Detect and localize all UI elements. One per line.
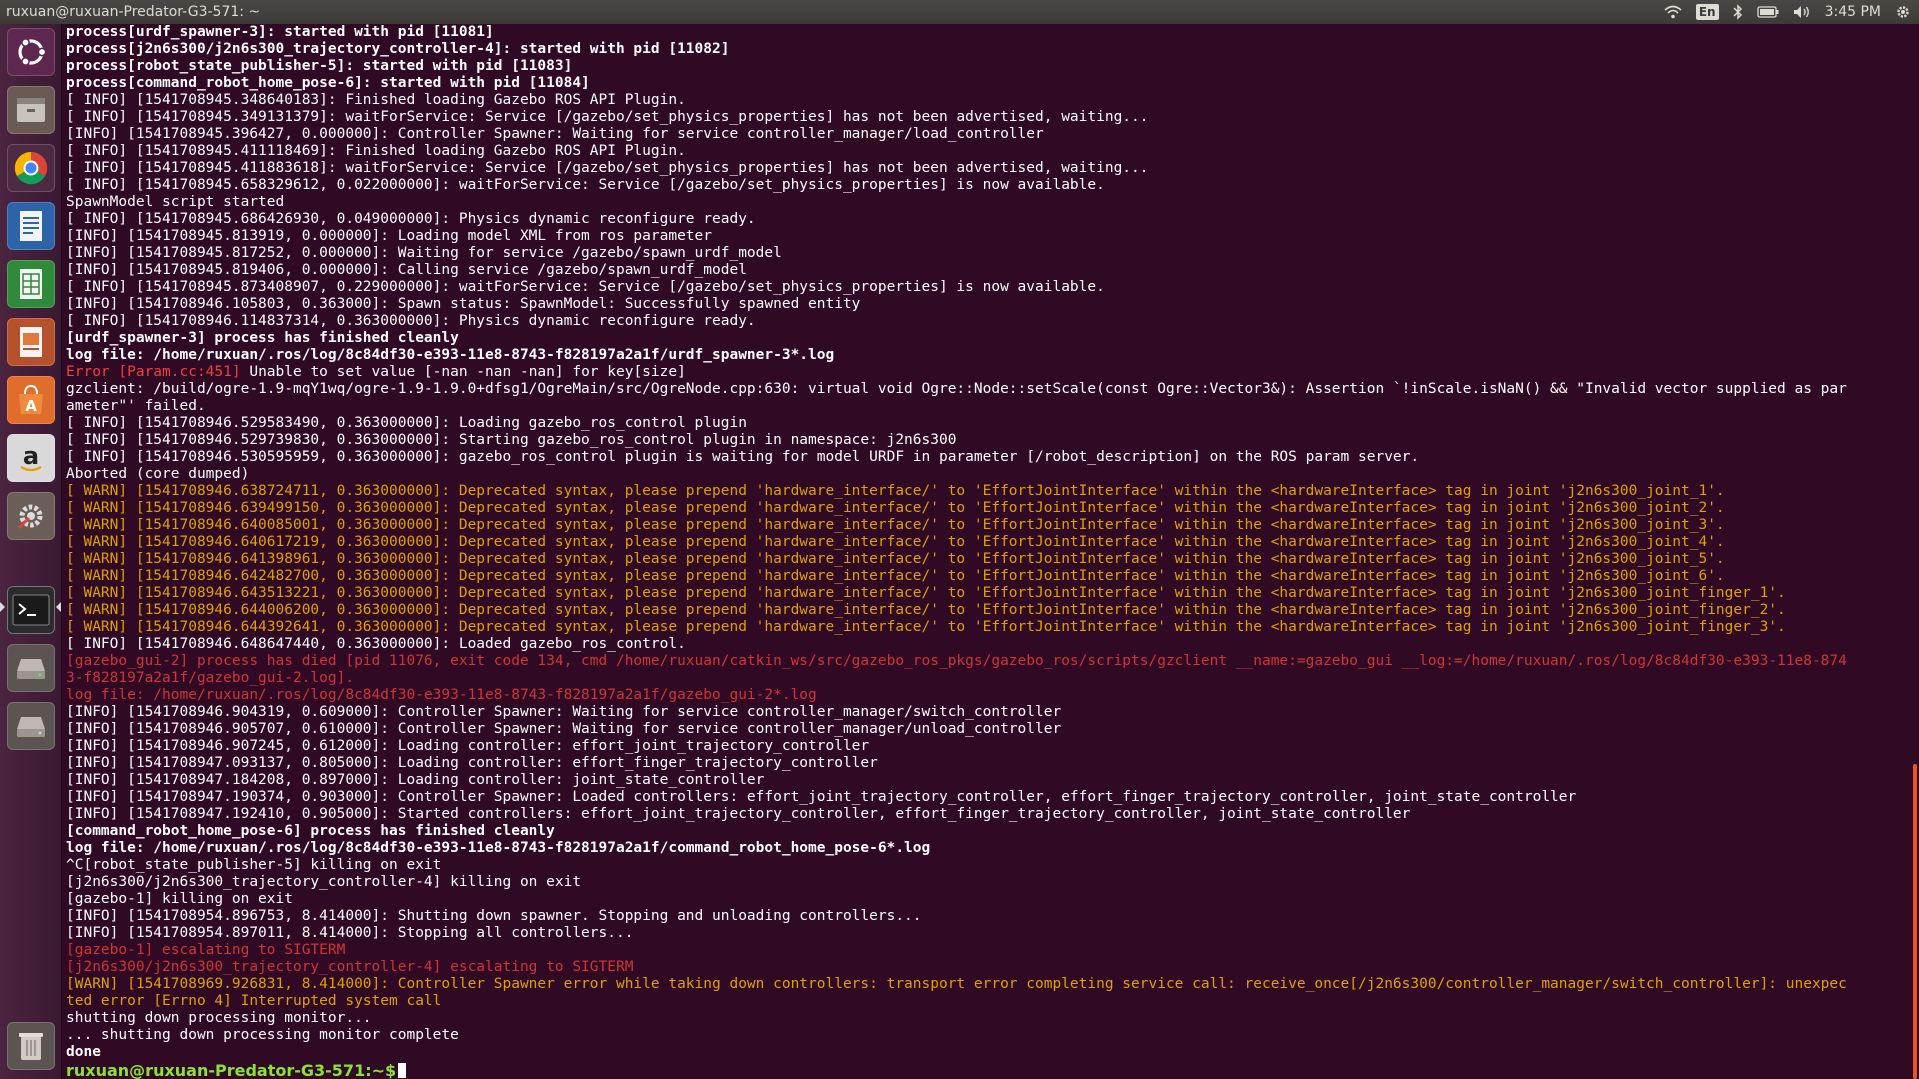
terminal-scrollbar[interactable] [1911,24,1919,1079]
terminal-line: [ INFO] [1541708945.348640183]: Finished… [66,92,686,108]
error-tag: Error [Param.cc:451] [66,364,241,380]
shell-prompt: ruxuan@ruxuan-Predator-G3-571:~$ [66,1061,397,1079]
terminal-line: [ INFO] [1541708945.411883618]: waitForS… [66,160,1149,176]
drive-icon[interactable] [7,644,55,692]
terminal-line: log file: /home/ruxuan/.ros/log/8c84df30… [66,347,835,363]
clock[interactable]: 3:45 PM [1825,0,1881,24]
terminal-line: [ WARN] [1541708946.644392641, 0.3630000… [66,619,1786,635]
terminal-line: [ INFO] [1541708946.114837314, 0.3630000… [66,313,756,329]
terminal-line: [INFO] [1541708946.907245, 0.612000]: Lo… [66,738,870,754]
terminal-line: [ WARN] [1541708946.642482700, 0.3630000… [66,568,1725,584]
terminal-line: [ WARN] [1541708946.638724711, 0.3630000… [66,483,1725,499]
volume-icon[interactable] [1793,0,1811,24]
terminal-line: ameter"' failed. [66,398,206,414]
terminal-line: [INFO] [1541708946.904319, 0.609000]: Co… [66,704,1062,720]
trash-icon[interactable] [7,1022,55,1070]
terminal-line: shutting down processing monitor... [66,1010,372,1026]
terminal-icon[interactable] [7,586,55,634]
terminal-line: [ WARN] [1541708946.640617219, 0.3630000… [66,534,1725,550]
terminal-line: [ INFO] [1541708945.349131379]: waitForS… [66,109,1149,125]
prompt-line[interactable]: ruxuan@ruxuan-Predator-G3-571:~$ [66,1061,1911,1079]
terminal-line: [INFO] [1541708945.819406, 0.000000]: Ca… [66,262,747,278]
terminal-line: [ INFO] [1541708946.648647440, 0.3630000… [66,636,686,652]
running-indicator [0,602,5,612]
writer-icon[interactable] [7,202,55,250]
terminal-line: [INFO] [1541708945.817252, 0.000000]: Wa… [66,245,782,261]
terminal-line: process[j2n6s300/j2n6s300_trajectory_con… [66,41,730,57]
terminal-line: [INFO] [1541708945.396427, 0.000000]: Co… [66,126,1044,142]
terminal-line: Aborted (core dumped) [66,466,250,482]
system-settings-icon[interactable] [7,492,55,540]
software-center-icon[interactable]: A [7,376,55,424]
terminal-line: [urdf_spawner-3] process has finished cl… [66,330,459,346]
files-icon[interactable] [7,86,55,134]
terminal-line: [INFO] [1541708947.190374, 0.903000]: Co… [66,789,1577,805]
terminal-line: [WARN] [1541708969.926831, 8.414000]: Co… [66,976,1847,992]
terminal-line: process[robot_state_publisher-5]: starte… [66,58,573,74]
top-panel: ruxuan@ruxuan-Predator-G3-571: ~ En 3:45… [0,0,1919,24]
terminal-line: [INFO] [1541708947.093137, 0.805000]: Lo… [66,755,878,771]
terminal-line: [command_robot_home_pose-6] process has … [66,823,555,839]
svg-text:A: A [25,397,37,415]
terminal-line: [ INFO] [1541708945.658329612, 0.0220000… [66,177,1105,193]
active-indicator [56,602,61,612]
terminal-line: process[urdf_spawner-3]: started with pi… [66,24,494,40]
window-title: ruxuan@ruxuan-Predator-G3-571: ~ [6,4,261,20]
amazon-icon[interactable]: a [7,434,55,482]
gear-icon[interactable] [1895,0,1911,24]
terminal-line: [ WARN] [1541708946.644006200, 0.3630000… [66,602,1786,618]
terminal-lines: process[urdf_spawner-3]: started with pi… [66,24,1911,1061]
terminal-line: [INFO] [1541708947.184208, 0.897000]: Lo… [66,772,765,788]
terminal-line: [ WARN] [1541708946.643513221, 0.3630000… [66,585,1786,601]
terminal-line: [INFO] [1541708947.192410, 0.905000]: St… [66,806,1411,822]
terminal-line: Error [Param.cc:451] Unable to set value… [66,364,1911,381]
terminal-line: [INFO] [1541708954.896753, 8.414000]: Sh… [66,908,922,924]
terminal-line: [INFO] [1541708945.813919, 0.000000]: Lo… [66,228,713,244]
terminal-line: [ WARN] [1541708946.640085001, 0.3630000… [66,517,1725,533]
terminal-line: SpawnModel script started [66,194,285,210]
chrome-icon[interactable] [7,144,55,192]
terminal-line: gzclient: /build/ogre-1.9-mqY1wq/ogre-1.… [66,381,1847,397]
terminal-output[interactable]: process[urdf_spawner-3]: started with pi… [64,24,1911,1079]
terminal-line: process[command_robot_home_pose-6]: star… [66,75,590,91]
terminal-line: [ WARN] [1541708946.639499150, 0.3630000… [66,500,1725,516]
terminal-line: [gazebo-1] escalating to SIGTERM [66,942,346,958]
terminal-line: ^C[robot_state_publisher-5] killing on e… [66,857,442,873]
svg-text:a: a [23,442,39,470]
terminal-line: [ INFO] [1541708946.529739830, 0.3630000… [66,432,957,448]
terminal-line: [ INFO] [1541708945.411118469]: Finished… [66,143,686,159]
keyboard-layout-indicator[interactable]: En [1695,0,1719,24]
impress-icon[interactable] [7,318,55,366]
terminal-line: ... shutting down processing monitor com… [66,1027,459,1043]
terminal-line: [gazebo_gui-2] process has died [pid 110… [66,653,1847,669]
wifi-icon[interactable] [1664,0,1682,24]
terminal-line: done [66,1044,101,1060]
system-tray: En 3:45 PM [1664,0,1919,24]
terminal-line: [gazebo-1] killing on exit [66,891,293,907]
launcher: A a [0,24,62,1079]
terminal-line: log file: /home/ruxuan/.ros/log/8c84df30… [66,687,817,703]
terminal-line: [INFO] [1541708946.905707, 0.610000]: Co… [66,721,1062,737]
terminal-line: [ INFO] [1541708945.873408907, 0.2290000… [66,279,1105,295]
terminal-line: [j2n6s300/j2n6s300_trajectory_controller… [66,959,634,975]
bluetooth-icon[interactable] [1733,0,1743,24]
terminal-line: [ INFO] [1541708945.686426930, 0.0490000… [66,211,756,227]
terminal-line: [ INFO] [1541708946.529583490, 0.3630000… [66,415,747,431]
scrollbar-thumb[interactable] [1913,764,1917,1079]
terminal-line: [ WARN] [1541708946.641398961, 0.3630000… [66,551,1725,567]
keyboard-layout-label: En [1695,4,1719,20]
terminal-line: [j2n6s300/j2n6s300_trajectory_controller… [66,874,582,890]
text-cursor [398,1063,407,1078]
calc-icon[interactable] [7,260,55,308]
terminal-line: [ INFO] [1541708946.530595959, 0.3630000… [66,449,1420,465]
terminal-line: 3-f828197a2a1f/gazebo_gui-2.log]. [66,670,355,686]
battery-icon[interactable] [1756,0,1779,24]
drive-icon-2[interactable] [7,702,55,750]
terminal-line: ted error [Errno 4] Interrupted system c… [66,993,442,1009]
terminal-line: log file: /home/ruxuan/.ros/log/8c84df30… [66,840,931,856]
error-message: Unable to set value [-nan -nan -nan] for… [240,364,686,380]
terminal-line: [INFO] [1541708954.897011, 8.414000]: St… [66,925,634,941]
terminal-line: [INFO] [1541708946.105803, 0.363000]: Sp… [66,296,861,312]
ubuntu-dash-icon[interactable] [7,28,55,76]
